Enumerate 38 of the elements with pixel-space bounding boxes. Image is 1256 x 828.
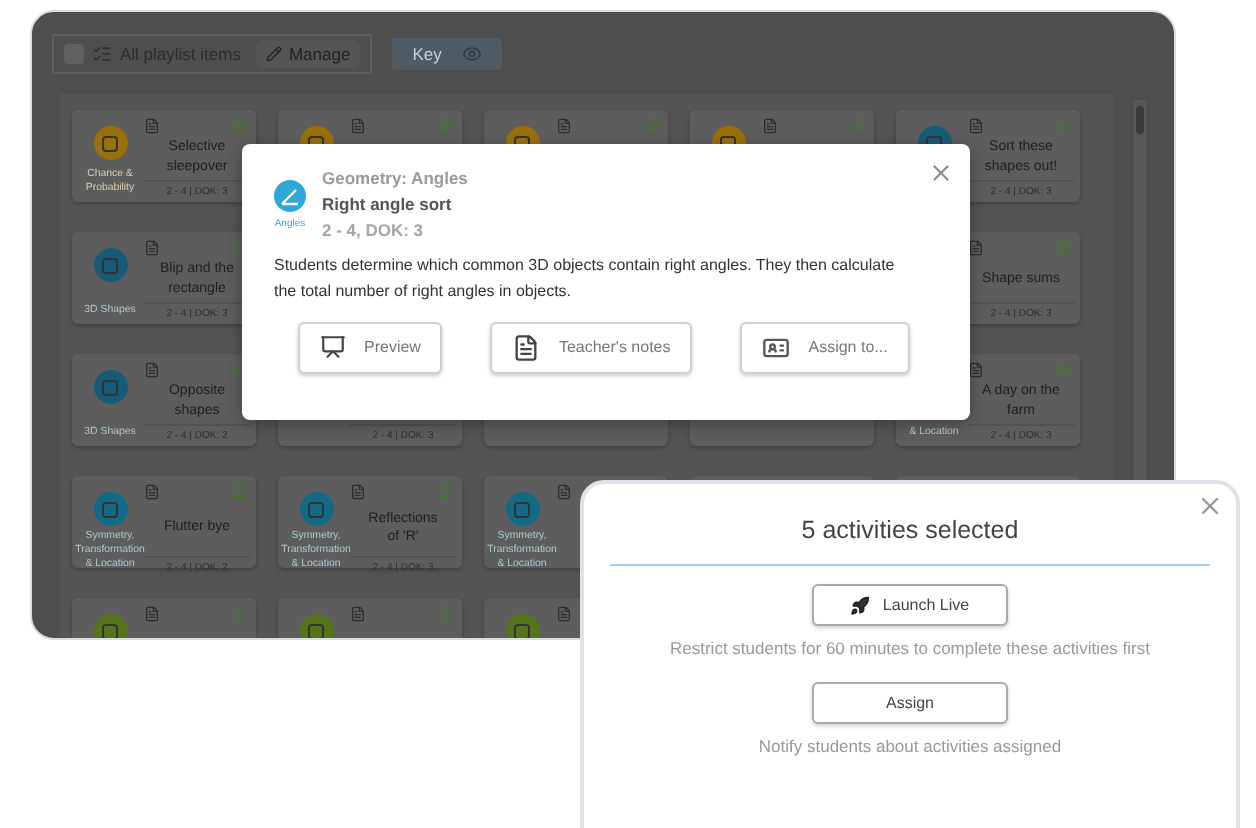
- rocket-icon: [850, 595, 871, 615]
- document-icon: [512, 333, 541, 362]
- presentation-icon: [320, 334, 346, 361]
- angle-icon: [274, 179, 306, 211]
- document-icon: [350, 605, 366, 621]
- preview-button[interactable]: Preview: [298, 321, 443, 374]
- document-icon: [144, 361, 160, 377]
- notes-button[interactable]: Teacher's notes: [490, 321, 693, 374]
- launch-live-button[interactable]: Launch Live: [812, 584, 1008, 626]
- document-icon: [968, 361, 984, 377]
- document-icon: [350, 117, 366, 133]
- document-icon: [968, 239, 984, 255]
- document-icon: [762, 117, 778, 133]
- document-icon: [144, 605, 160, 621]
- assign-button[interactable]: Assign: [812, 682, 1008, 725]
- activity-title: Right angle sort: [322, 194, 454, 214]
- assign-button[interactable]: Assign to...: [740, 321, 910, 374]
- document-icon: [556, 605, 572, 621]
- card-icon: [762, 333, 791, 362]
- document-icon: [144, 239, 160, 255]
- grade-label: 2 - 4, DOK: 3: [322, 220, 426, 240]
- topic-label: Geometry: Angles: [322, 168, 468, 188]
- document-icon: [968, 117, 984, 133]
- activity-description: Students determine which common 3D objects contain right angles. They then calculate the total number of right angles in objects.: [274, 254, 897, 304]
- document-icon: [144, 483, 160, 499]
- document-icon: [350, 483, 366, 499]
- action-note: Restrict students for 60 minutes to complete these activities first: [668, 636, 1152, 661]
- document-icon: [556, 483, 572, 499]
- document-icon: [144, 117, 160, 133]
- close-button[interactable]: [1196, 492, 1224, 520]
- pencil-icon: [266, 46, 283, 62]
- eye-icon: [461, 44, 482, 64]
- panel-title: 5 activities selected: [801, 516, 1019, 544]
- close-button[interactable]: [928, 160, 954, 186]
- key-button[interactable]: Key: [392, 38, 502, 70]
- checklist-icon: [92, 44, 112, 64]
- action-note: Notify students about activities assigned: [756, 734, 1064, 760]
- document-icon: [556, 117, 572, 133]
